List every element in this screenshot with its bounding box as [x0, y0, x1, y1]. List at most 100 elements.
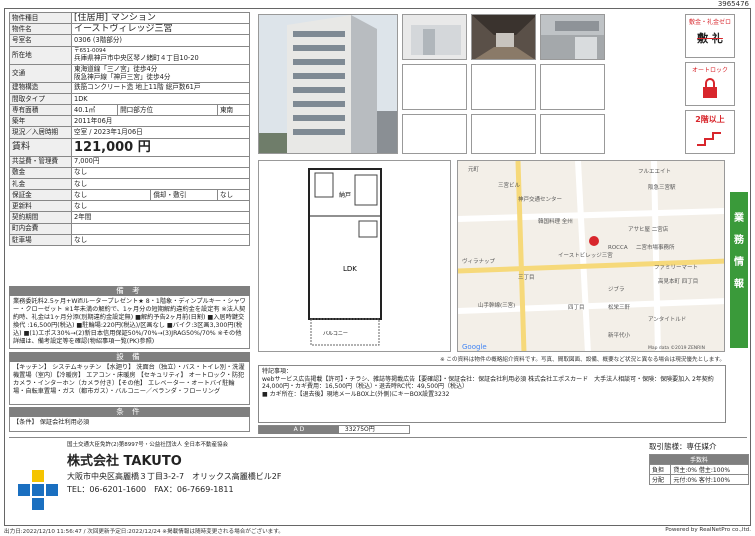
company-footer: 国土交通大臣免許(2)第8997号・公益社団法人 全日本不動産協会 株式会社 T…: [9, 437, 749, 519]
photo-slot-8: [471, 114, 536, 154]
map-label-17: 三丁目: [518, 274, 535, 281]
side-tab[interactable]: 業務情報: [730, 192, 748, 348]
room-value: 0306 (3階部分): [71, 34, 250, 47]
badge-no-deposit: 敷金・礼金ゼロ 敷 礼: [685, 14, 735, 58]
orientation-label: 開口部方位: [117, 103, 218, 117]
type-label: 物件種目: [9, 11, 72, 25]
built-value: 2011年06月: [71, 115, 250, 128]
orientation-value: 東南: [216, 103, 251, 117]
association-fee-label: 町内会費: [9, 222, 72, 235]
spec-table: 物件種目 [住居用] マンション 物件名 イーストヴィレッジ三宮 号室名 0306 (…: [9, 11, 251, 247]
badge-no-deposit-sub: 敷 礼: [697, 32, 723, 45]
map-label-3: 三宮ビル: [498, 181, 521, 189]
badge-no-deposit-title: 敷金・礼金ゼロ: [688, 19, 731, 26]
renewal-label: 更新料: [9, 200, 72, 213]
remarks-header: 備 考: [9, 286, 250, 296]
amortization-label: 償却・敷引: [150, 189, 218, 202]
map-label-0: フルエエイト: [638, 168, 671, 175]
layout-label: 間取タイプ: [9, 92, 72, 105]
address-label: 所在地: [9, 45, 72, 65]
company-address: 大阪市中央区高麗橋３丁目3-2-7 オリックス高麗橋ビル2F: [67, 472, 282, 481]
fee-burden-value: 貸主:0% 借主:100%: [670, 464, 749, 475]
facilities-header: 設 備: [9, 352, 250, 362]
management-fee-label: 共益費・管理費: [9, 155, 72, 168]
term-label: 契約期間: [9, 211, 72, 224]
side-tab-label: 業務情報: [734, 213, 744, 290]
key-money-value: なし: [71, 177, 250, 191]
room-label: LDK: [343, 265, 357, 273]
map-label-7: ROCCA: [608, 245, 628, 251]
special-remarks-line-2: ■ カギ所在：【退去後】現地メールBOX上(外側)にキーBOX設置3232: [262, 390, 450, 398]
stairs-icon: [697, 132, 721, 146]
rent-label: 賃料: [9, 137, 72, 157]
exterior-sign-illustration: [541, 15, 604, 59]
renewal-value: なし: [71, 200, 250, 213]
photo-slot-9: [540, 114, 605, 154]
document-id: 3965476: [717, 0, 749, 8]
type-value: [住居用] マンション: [71, 11, 250, 25]
special-remarks-title: 特記事項：: [262, 368, 293, 375]
photo-slot-6: [540, 64, 605, 110]
access-line-2: 阪急神戸線「神戸三宮」徒歩4分: [74, 72, 171, 81]
name-label: 物件名: [9, 23, 72, 36]
map-label-5: 韓国料理 全州: [538, 217, 573, 225]
badge-second-floor-title: 2階以上: [695, 115, 725, 124]
output-date: 出力日:2022/12/10 11:56:47 / 次回更新予定日:2022/1…: [4, 529, 284, 535]
badge-autolock-title: オートロック: [691, 67, 728, 74]
map-label-2: 阪急三宮駅: [648, 183, 676, 191]
fee-title: 手数料: [649, 454, 749, 465]
map-label-9: ファミリーマート: [654, 264, 698, 271]
access-label: 交通: [9, 63, 72, 83]
conditions-header: 条 件: [9, 407, 250, 417]
badge-second-floor: 2階以上: [685, 110, 735, 154]
badge-autolock: オートロック: [685, 62, 735, 106]
map-label-21: Map data ©2019 ZENRIN: [648, 344, 705, 351]
map-label-4: 神戸交通センター: [518, 195, 562, 203]
map-label-19: 新平代小: [608, 331, 631, 339]
lock-icon: [703, 78, 717, 98]
term-value: 2年間: [71, 211, 250, 224]
location-map[interactable]: フルエエイト 元町 阪急三宮駅 三宮ビル 神戸交通センター 韓国料理 全州 アサ…: [457, 160, 725, 352]
entrance-photo: [402, 14, 467, 60]
ad-bar: A D 33275O円: [258, 425, 410, 434]
facilities-text: 【キッチン】 システムキッチン 【水廻り】 洗面台（独立）・バス・トイレ別・洗濯…: [9, 362, 250, 405]
map-label-8: 二宮市場事務所: [636, 243, 675, 251]
map-label-16: ヴィラナップ: [462, 257, 496, 265]
map-label-1: 元町: [468, 166, 480, 173]
room-label: 号室名: [9, 34, 72, 47]
fee-split-label: 分配: [648, 474, 672, 485]
powered-by: Powered by RealNetPro co.,ltd.: [665, 527, 751, 533]
trade-terms-box: 取引態様：専任媒介 手数料 負担 貸主:0% 借主:100% 分配 元付:0% 客付…: [648, 441, 749, 485]
amortization-value: なし: [216, 189, 251, 202]
parking-value: なし: [71, 233, 250, 247]
parking-label: 駐車場: [9, 233, 72, 247]
name-value: イーストヴィレッジ三宮: [71, 23, 250, 36]
area-value: 40.1㎡: [70, 103, 119, 117]
special-remarks-box: 特記事項： webサービス広告掲載【許可】・チラシ、雑誌等掲載広告【要確認】・保…: [258, 365, 726, 423]
storage-label: 納戸: [339, 191, 351, 199]
photo-slot-5: [471, 64, 536, 110]
map-label-11: 高見本町 四丁目: [658, 277, 698, 285]
guarantee-value: なし: [70, 189, 152, 202]
management-fee-value: 7,000円: [71, 155, 250, 168]
map-pin-icon: [589, 236, 599, 246]
conditions-text: 【条件】 保証会社利用必須: [9, 417, 250, 432]
company-tel-fax: TEL：06-6201-1600 FAX：06-7669-1811: [67, 485, 234, 494]
structure-value: 鉄筋コンクリート造 地上11階 総戸数61戸: [71, 81, 250, 94]
deposit-label: 敷金: [9, 166, 72, 179]
building-illustration: [259, 15, 397, 153]
trade-title: 取引態様：専任媒介: [649, 442, 717, 451]
exterior-sign-photo: [540, 14, 605, 60]
area-label: 専有面積: [9, 103, 72, 117]
access-line-1: 東海道線「三ノ宮」徒歩4分: [74, 64, 158, 73]
ad-label: A D: [259, 426, 339, 434]
map-label-18: 四丁目: [568, 304, 585, 311]
rent-value: 121,000 円: [71, 137, 250, 157]
association-line: 国土交通大臣免許(2)第8997号・公益社団法人 全日本不動産協会: [67, 442, 229, 448]
map-label-6: アサヒ屋 二宮店: [628, 225, 669, 233]
fee-burden-label: 負担: [648, 464, 672, 475]
layout-value: 1DK: [71, 92, 250, 105]
status-label: 現況／入居時期: [9, 126, 72, 139]
guarantee-label: 保証金: [9, 189, 72, 202]
deposit-value: なし: [71, 166, 250, 179]
